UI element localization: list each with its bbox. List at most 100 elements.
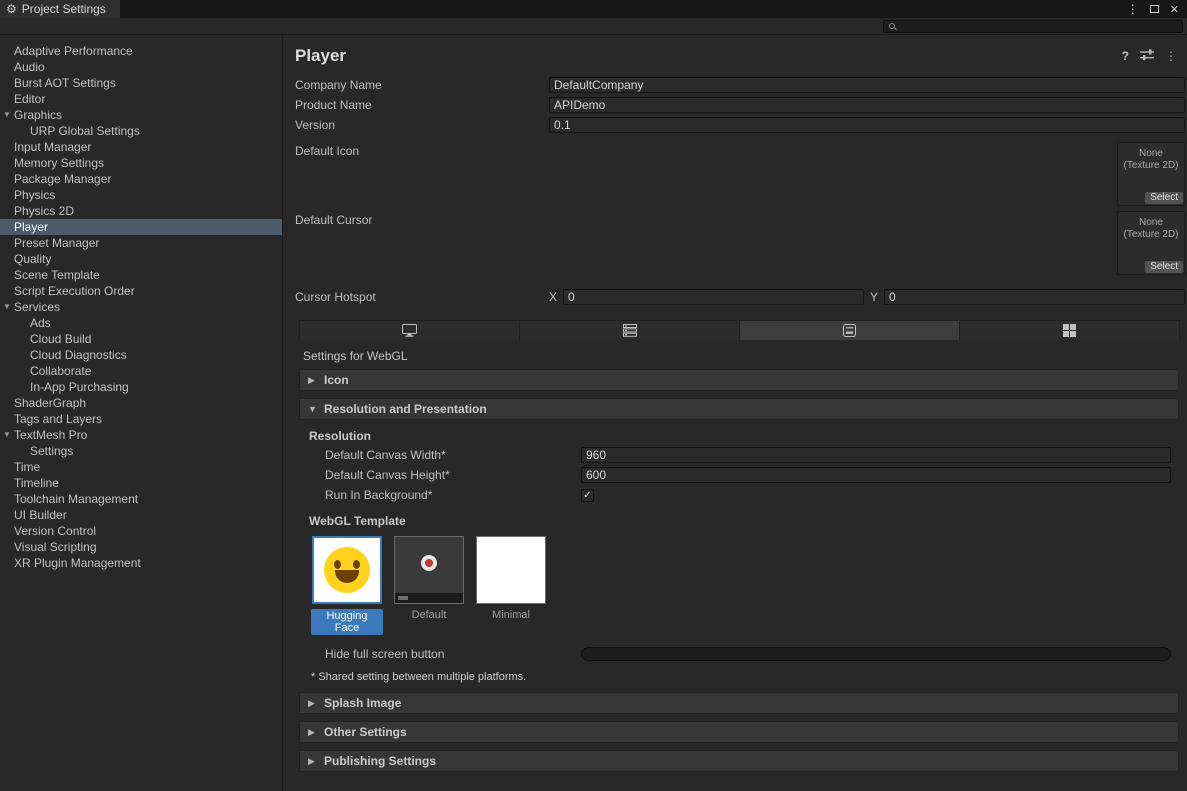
maximize-icon[interactable] [1150,5,1159,13]
help-icon[interactable]: ? [1122,49,1129,63]
default-icon-row: Default Icon None (Texture 2D) Select [295,142,1185,211]
sidebar-item-label: Adaptive Performance [14,44,133,58]
version-field[interactable] [549,117,1185,133]
section-other-settings[interactable]: ▶ Other Settings [299,721,1179,743]
more-options-icon[interactable]: ⋮ [1165,49,1177,63]
default-cursor-label: Default Cursor [295,211,372,227]
version-row: Version [295,115,1185,135]
toolbar [0,18,1187,35]
hotspot-x-field[interactable] [563,289,864,305]
sidebar-item-label: Audio [14,60,45,74]
sidebar-item-adaptive-performance[interactable]: Adaptive Performance [0,43,282,59]
section-resolution-presentation[interactable]: ▼ Resolution and Presentation [299,398,1179,420]
sidebar-item-settings[interactable]: Settings [0,443,282,459]
unity-logo [421,555,437,571]
product-name-field[interactable] [549,97,1185,113]
run-in-background-label: Run In Background* [325,488,581,502]
sidebar-item-textmesh-pro[interactable]: ▼TextMesh Pro [0,427,282,443]
sidebar-item-label: ShaderGraph [14,396,86,410]
default-icon-object-picker[interactable]: None (Texture 2D) Select [1117,142,1185,206]
sidebar-item-graphics[interactable]: ▼Graphics [0,107,282,123]
sidebar-item-collaborate[interactable]: Collaborate [0,363,282,379]
default-cursor-object-picker[interactable]: None (Texture 2D) Select [1117,211,1185,275]
sidebar-item-visual-scripting[interactable]: Visual Scripting [0,539,282,555]
presets-icon[interactable] [1140,49,1154,64]
sidebar-item-physics[interactable]: Physics [0,187,282,203]
sidebar-item-version-control[interactable]: Version Control [0,523,282,539]
template-option-minimal[interactable]: Minimal [475,536,547,635]
search-input[interactable] [898,21,1182,32]
run-in-background-checkbox[interactable]: ✓ [581,489,594,502]
sidebar-item-input-manager[interactable]: Input Manager [0,139,282,155]
default-cursor-select-button[interactable]: Select [1145,261,1183,273]
foldout-open-icon[interactable]: ▼ [1,107,13,123]
canvas-width-field[interactable] [581,447,1171,463]
sidebar-item-services[interactable]: ▼Services [0,299,282,315]
sidebar-item-label: Tags and Layers [14,412,102,426]
sidebar-item-preset-manager[interactable]: Preset Manager [0,235,282,251]
template-thumbnail[interactable] [312,536,382,604]
resolution-heading: Resolution [299,427,1179,445]
template-option-default[interactable]: Default [393,536,465,635]
canvas-height-field[interactable] [581,467,1171,483]
sidebar-item-ui-builder[interactable]: UI Builder [0,507,282,523]
hotspot-y-field[interactable] [884,289,1185,305]
window-tab[interactable]: ⚙ Project Settings [0,0,120,18]
sidebar-item-label: Player [14,220,48,234]
sidebar-item-tags-and-layers[interactable]: Tags and Layers [0,411,282,427]
canvas-width-label: Default Canvas Width* [325,448,581,462]
sidebar-item-script-execution-order[interactable]: Script Execution Order [0,283,282,299]
sidebar-item-time[interactable]: Time [0,459,282,475]
sidebar-item-cloud-diagnostics[interactable]: Cloud Diagnostics [0,347,282,363]
close-icon[interactable]: ✕ [1170,3,1179,16]
window-menu-icon[interactable]: ⋮ [1127,2,1139,16]
window-title: Project Settings [22,2,106,16]
sidebar-item-label: Cloud Diagnostics [30,348,127,362]
sidebar-item-physics-2d[interactable]: Physics 2D [0,203,282,219]
default-cursor-value: None (Texture 2D) [1118,212,1184,241]
hotspot-x-label: X [549,290,563,304]
sidebar-item-label: Graphics [14,108,62,122]
foldout-open-icon[interactable]: ▼ [1,427,13,443]
platform-tab-windows[interactable] [960,321,1179,340]
default-cursor-row: Default Cursor None (Texture 2D) Select [295,211,1185,277]
hide-fullscreen-field[interactable] [581,647,1171,661]
webgl-template-heading: WebGL Template [299,512,1179,530]
section-publishing-settings[interactable]: ▶ Publishing Settings [299,750,1179,772]
template-option-hugging-face[interactable]: Hugging Face [311,536,383,635]
sidebar-item-editor[interactable]: Editor [0,91,282,107]
template-thumbnail[interactable] [394,536,464,604]
foldout-open-icon[interactable]: ▼ [1,299,13,315]
section-icon[interactable]: ▶ Icon [299,369,1179,391]
sidebar-item-in-app-purchasing[interactable]: In-App Purchasing [0,379,282,395]
sidebar-item-burst-aot-settings[interactable]: Burst AOT Settings [0,75,282,91]
sidebar-item-ads[interactable]: Ads [0,315,282,331]
sidebar-item-memory-settings[interactable]: Memory Settings [0,155,282,171]
template-thumbnail[interactable] [476,536,546,604]
sidebar-item-label: URP Global Settings [30,124,140,138]
resolution-presentation-content: Resolution Default Canvas Width* Default… [299,420,1179,692]
dedicated-server-icon [623,324,637,337]
sidebar-item-package-manager[interactable]: Package Manager [0,171,282,187]
company-name-field[interactable] [549,77,1185,93]
sidebar-item-toolchain-management[interactable]: Toolchain Management [0,491,282,507]
sidebar-item-quality[interactable]: Quality [0,251,282,267]
sidebar-item-shadergraph[interactable]: ShaderGraph [0,395,282,411]
section-splash-image[interactable]: ▶ Splash Image [299,692,1179,714]
sidebar-item-timeline[interactable]: Timeline [0,475,282,491]
sidebar-item-audio[interactable]: Audio [0,59,282,75]
sidebar-item-player[interactable]: Player [0,219,282,235]
search-box[interactable] [883,20,1183,33]
settings-category-list: Adaptive Performance AudioBurst AOT Setti… [0,35,283,791]
sidebar-item-urp-global-settings[interactable]: URP Global Settings [0,123,282,139]
sidebar-item-cloud-build[interactable]: Cloud Build [0,331,282,347]
default-icon-select-button[interactable]: Select [1145,192,1183,204]
platform-tab-webgl[interactable] [740,321,960,340]
platform-tab-dedicated-server[interactable] [520,321,740,340]
sidebar-item-xr-plugin-management[interactable]: XR Plugin Management [0,555,282,571]
sidebar-item-label: Preset Manager [14,236,99,250]
window-controls: ⋮ ✕ [1127,0,1187,18]
sidebar-item-scene-template[interactable]: Scene Template [0,267,282,283]
platform-tab-desktop[interactable] [300,321,520,340]
template-name: Minimal [475,609,547,621]
